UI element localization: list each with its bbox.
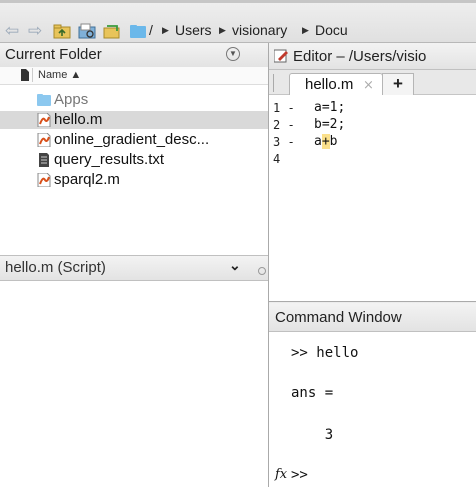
list-item-label: query_results.txt [54, 151, 165, 168]
list-item-label: sparql2.m [54, 171, 120, 188]
list-item-apps[interactable]: Apps [0, 91, 268, 109]
command-history-line: >> hello [291, 345, 359, 361]
command-output-line: ans = [291, 385, 334, 401]
function-browser-icon[interactable]: fx [275, 467, 287, 482]
current-folder-header: Current Folder ▼ [0, 43, 268, 68]
back-arrow-icon[interactable]: ⇦ [5, 22, 23, 39]
breadcrumb-visionary[interactable]: visionary [232, 20, 287, 40]
breadcrumb-separator-icon: ▶ [302, 25, 309, 35]
add-tab-button[interactable]: + [382, 73, 414, 95]
details-title: hello.m (Script) [5, 259, 106, 276]
breadcrumb-root[interactable]: / [149, 20, 153, 40]
list-item-hello-m[interactable]: hello.m [0, 111, 268, 129]
splitter-handle[interactable] [258, 267, 266, 275]
line-number: 2 - [273, 118, 295, 132]
line-number: 1 - [273, 101, 295, 115]
browse-folder-icon[interactable] [78, 23, 96, 39]
tab-bar-divider [273, 74, 274, 92]
list-item-online-gradient[interactable]: online_gradient_desc... [0, 131, 268, 149]
current-folder-panel: Current Folder ▼ Name ▲ Apps hello.m onl… [0, 43, 269, 487]
up-folder-icon[interactable] [53, 23, 71, 39]
forward-arrow-icon[interactable]: ⇨ [28, 22, 46, 39]
editor-title: Editor – /Users/visio [293, 48, 427, 65]
tab-label: hello.m [305, 76, 354, 93]
command-window-title: Command Window [275, 309, 402, 326]
matlab-script-icon [37, 113, 51, 127]
edit-pencil-icon [274, 49, 288, 63]
line-number: 4 [273, 152, 281, 166]
command-output-value: 3 [291, 427, 334, 443]
command-prompt[interactable]: >> [291, 467, 308, 483]
editor-title-bar: Editor – /Users/visio [269, 43, 476, 70]
file-column-icon [21, 69, 29, 81]
command-window-panel[interactable]: Command Window >> hello ans = 3 fx >> [269, 303, 476, 487]
text-file-icon [39, 153, 49, 167]
toolbar: ⇦ ⇨ / ▶ Users ▶ visionary ▶ Docu [0, 0, 476, 43]
name-column-header[interactable]: Name ▲ [0, 67, 268, 85]
matlab-script-icon [37, 173, 51, 187]
tab-hello-m[interactable]: hello.m ⨯ [289, 73, 383, 95]
new-folder-icon[interactable] [103, 23, 121, 39]
matlab-script-icon [37, 133, 51, 147]
list-item-query-results[interactable]: query_results.txt [0, 151, 268, 169]
breadcrumb-separator-icon: ▶ [219, 25, 226, 35]
command-window-header: Command Window [269, 303, 476, 332]
column-divider [32, 68, 33, 82]
details-header[interactable]: hello.m (Script) ⌄ [0, 255, 268, 281]
name-column-label: Name ▲ [38, 69, 82, 81]
toolbar-top-strip [0, 0, 476, 3]
code-line-3[interactable]: a+b [314, 134, 337, 149]
close-icon[interactable]: ⨯ [363, 77, 374, 93]
folder-icon [37, 94, 51, 106]
list-item-label: Apps [54, 91, 89, 108]
current-folder-title: Current Folder [5, 46, 102, 63]
code-line-2[interactable]: b=2; [314, 117, 345, 132]
breadcrumb-separator-icon: ▶ [162, 25, 169, 35]
code-line-1[interactable]: a=1; [314, 100, 345, 115]
editor-panel: Editor – /Users/visio hello.m ⨯ + 1 - 2 … [269, 43, 476, 302]
breadcrumb-documents[interactable]: Docu [315, 20, 348, 40]
chevron-down-icon[interactable]: ⌄ [229, 257, 241, 274]
breadcrumb-users[interactable]: Users [175, 20, 212, 40]
editor-tab-bar: hello.m ⨯ + [269, 70, 476, 95]
matched-operator-highlight: + [321, 134, 330, 149]
list-item-label: online_gradient_desc... [54, 131, 210, 148]
panel-actions-icon[interactable]: ▼ [226, 47, 240, 61]
list-item-label: hello.m [54, 111, 103, 128]
line-number: 3 - [273, 135, 295, 149]
list-item-sparql2-m[interactable]: sparql2.m [0, 171, 268, 189]
folder-icon [130, 25, 146, 38]
